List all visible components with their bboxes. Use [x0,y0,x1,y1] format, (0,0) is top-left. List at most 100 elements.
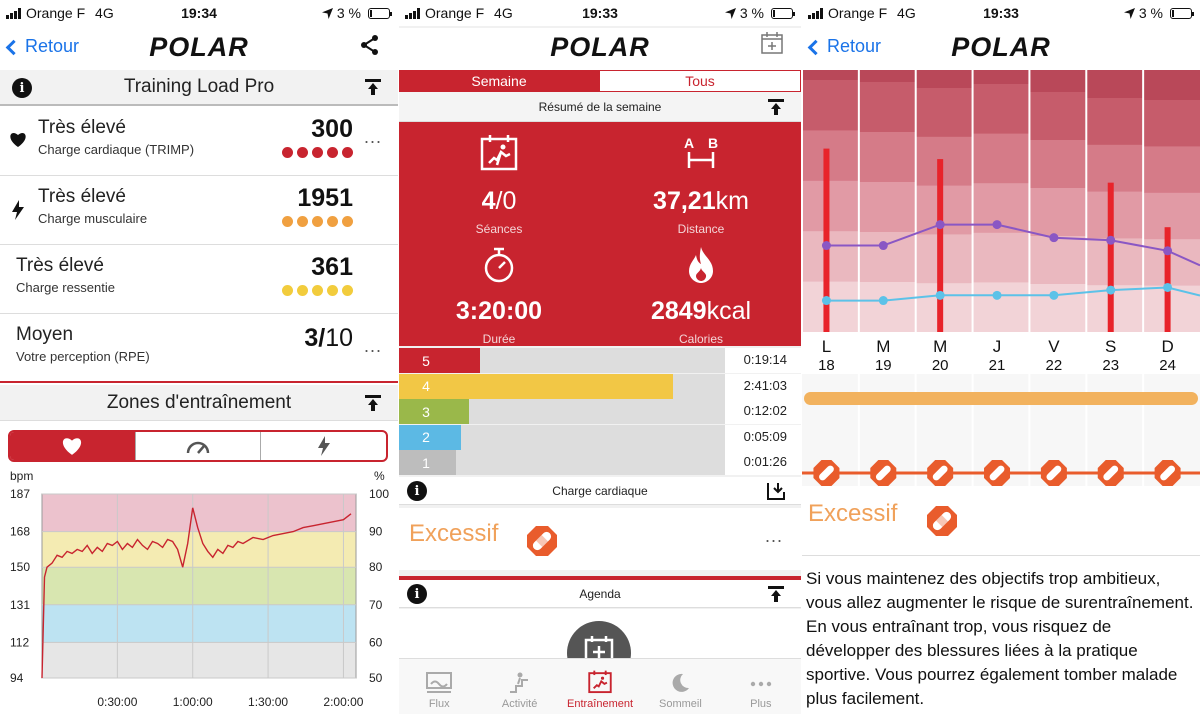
sessions-value: 4/0 [481,187,517,215]
info-icon[interactable]: i [12,78,32,98]
row-value: 361 [311,253,353,281]
screen: Orange F 4G 19:34 3 % Retour POLAR i Tra… [0,0,1200,714]
more-button[interactable]: ... [364,336,382,357]
day-letter: S [1105,337,1116,356]
cardio-load-row[interactable]: Très élevé Charge cardiaque (TRIMP) 300 … [0,107,398,176]
row-label: Votre perception (RPE) [16,349,150,364]
training-load-bar [1107,182,1114,332]
info-icon[interactable]: i [407,584,427,604]
load-band [915,283,973,333]
tolerance-line-point [878,296,888,306]
tolerance-line-point [1049,290,1059,300]
load-band [858,232,916,283]
more-button[interactable]: ... [364,127,382,148]
strain-line-point [1163,246,1173,256]
tab-feed[interactable]: Flux [399,659,479,714]
tab-sleep[interactable]: Sommeil [640,659,720,714]
row-label: Charge musculaire [38,211,148,226]
load-band [858,132,916,183]
day-letter: J [993,337,1002,356]
calendar-add-icon [584,636,614,658]
day-number: 18 [818,357,835,374]
training-load-header: i Training Load Pro [0,70,398,106]
load-band [1086,98,1144,146]
pin-icon[interactable] [767,98,785,116]
zone-time: 0:05:09 [743,428,787,444]
battery-icon [1170,7,1194,19]
status-bar: Orange F 4G 19:33 3 % [399,0,801,26]
rpe-row[interactable]: Moyen Votre perception (RPE) 3/10 ... [0,314,398,383]
location-icon [724,7,736,19]
muscle-load-row[interactable]: Très élevé Charge musculaire 1951 [0,176,398,245]
perceived-load-row[interactable]: Très élevé Charge ressentie 361 [0,245,398,314]
day-number: 24 [1159,357,1176,374]
cardiac-status-card[interactable]: Excessif ... [399,508,801,570]
load-band [1029,236,1087,285]
day-number: 22 [1046,357,1063,374]
load-band [972,84,1030,135]
y-tick-label: 168 [10,525,30,539]
heart-icon [10,133,26,147]
zone-bar-track [453,399,725,425]
more-button[interactable]: ... [765,526,783,547]
x-tick-label: 0:30:00 [97,695,137,709]
stopwatch-icon [484,247,514,283]
load-band [858,282,916,333]
training-icon [588,670,612,694]
tab-week[interactable]: Semaine [399,70,599,92]
segment-gauge[interactable] [136,432,262,460]
tab-activity[interactable]: Activité [479,659,559,714]
info-icon[interactable]: i [407,481,427,501]
pin-icon[interactable] [364,78,382,96]
weekly-load-chart: L18M19M20J21V22S23D24 [802,70,1200,486]
tolerance-line-point [1163,282,1173,292]
battery-percent: 3 % [739,5,764,21]
tolerance-line-point [992,290,1002,300]
zone-row: 3 0:12:02 [399,399,801,425]
calories-label: Calories [678,332,723,346]
lightning-icon [317,436,330,456]
zone-number: 3 [399,399,453,425]
segment-lightning[interactable] [261,432,386,460]
svg-text:B: B [708,135,718,151]
tab-more[interactable]: Plus [721,659,801,714]
level-dot [327,285,338,296]
activity-icon [509,672,528,693]
export-icon[interactable] [767,482,785,500]
zone-row: 2 0:05:09 [399,424,801,450]
pin-icon[interactable] [364,394,382,412]
level-dot [342,147,353,158]
feed-icon [426,672,453,693]
rpe-value: 3/10 [304,324,353,352]
strain-line-point [935,220,945,230]
share-icon[interactable] [360,34,380,56]
row-level: Très élevé [38,117,126,138]
pin-icon[interactable] [767,585,785,603]
battery-icon [368,7,392,19]
calendar-add-icon[interactable] [761,32,783,54]
zone-time-list: 5 0:19:14 4 2:41:03 3 0:12:02 2 0:05:09 1 0:01:26 [399,348,801,476]
distance-value: 37,21km [653,187,749,215]
period-tabs: Semaine Tous [399,70,801,92]
duration-value: 3:20:00 [455,297,543,325]
tab-all[interactable]: Tous [599,70,801,92]
nav-bar: POLAR [399,28,801,70]
level-dots [282,216,353,227]
load-band-top [1086,70,1144,98]
load-band [1143,100,1200,147]
heart-rate-chart: 94 50 112 60 131 70 150 80 168 90 187 100 bpm % 0:30:0… [10,469,389,709]
agenda-card [399,609,801,658]
agenda-header: i Agenda [399,580,801,608]
load-band-top [1029,70,1087,92]
tab-training[interactable]: Entraînement [560,659,640,714]
add-training-button[interactable] [567,621,631,658]
level-dot [342,216,353,227]
load-band [972,282,1030,333]
zone-time: 0:12:02 [743,403,787,419]
training-load-screen: Orange F 4G 19:34 3 % Retour POLAR i Tra… [0,0,398,714]
row-label: Charge ressentie [16,280,115,295]
segment-heart[interactable] [10,432,136,460]
flame-icon [689,247,713,283]
day-letter: M [876,337,890,356]
zone-number: 4 [399,373,453,399]
